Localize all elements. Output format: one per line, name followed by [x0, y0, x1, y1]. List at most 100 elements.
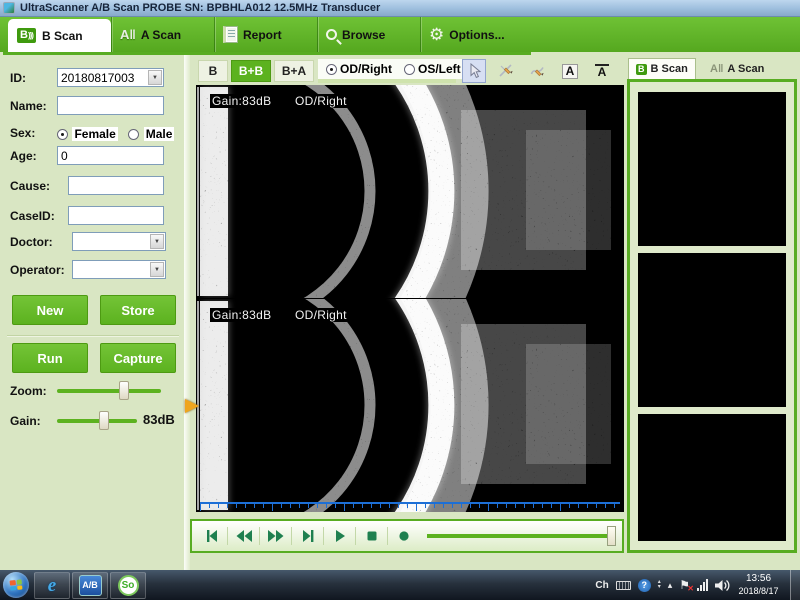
stop-button[interactable] — [358, 524, 385, 548]
text-overline-tool-button[interactable]: A — [590, 59, 614, 83]
b-scan-image-2[interactable] — [196, 299, 624, 512]
keyboard-icon[interactable] — [616, 581, 631, 590]
language-indicator[interactable]: Ch — [595, 580, 608, 591]
tab-a-scan[interactable]: A‖ A Scan — [111, 17, 214, 52]
gain-slider-thumb[interactable] — [99, 411, 109, 430]
show-desktop-button[interactable] — [790, 570, 800, 600]
taskbar-sogou-button[interactable]: So — [110, 572, 146, 599]
frame-slider-handle[interactable] — [607, 526, 616, 546]
text-annotation-tool-button[interactable]: A — [558, 59, 582, 83]
skip-end-icon — [301, 530, 315, 542]
window-title: UltraScanner A/B Scan PROBE SN: BPBHLA01… — [20, 2, 380, 14]
zoom-slider[interactable] — [57, 389, 161, 393]
doctor-dropdown-arrow-icon[interactable]: ▼ — [150, 234, 164, 249]
os-left-option[interactable]: OS/Left — [404, 62, 461, 76]
gear-icon: ⚙ — [429, 26, 444, 43]
right-tab-b-scan[interactable]: B B Scan — [628, 58, 696, 79]
taskbar-clock[interactable]: 13:56 2018/8/17 — [731, 572, 786, 598]
age-label: Age: — [10, 149, 37, 163]
right-tab-b-scan-label: B Scan — [651, 63, 688, 75]
cause-label: Cause: — [10, 179, 50, 193]
tab-options[interactable]: ⚙ Options... — [420, 17, 523, 52]
scan2-gain-overlay: Gain:83dB — [210, 308, 273, 322]
annotation-tools: A A — [462, 59, 614, 83]
od-right-radio[interactable] — [326, 64, 337, 75]
measure-line-icon — [498, 63, 514, 79]
name-label: Name: — [10, 99, 47, 113]
record-button[interactable] — [390, 524, 417, 548]
frame-slider[interactable] — [427, 525, 616, 547]
gain-slider[interactable] — [57, 419, 137, 423]
operator-dropdown-arrow-icon[interactable]: ▼ — [150, 262, 164, 277]
female-radio-label[interactable]: Female — [72, 127, 117, 141]
ab-scan-app-icon: A/B — [79, 575, 102, 596]
od-right-option[interactable]: OD/Right — [326, 62, 392, 76]
operator-combobox[interactable]: ▼ — [72, 260, 166, 279]
fast-forward-button[interactable] — [262, 524, 289, 548]
rewind-button[interactable] — [230, 524, 257, 548]
speaker-icon[interactable] — [715, 579, 730, 592]
store-button[interactable]: Store — [100, 295, 176, 325]
report-icon — [223, 26, 238, 43]
scan2-eye-overlay: OD/Right — [293, 308, 349, 322]
text-a-overline-icon: A — [595, 64, 610, 79]
scan1-gain-overlay: Gain:83dB — [210, 94, 273, 108]
windows-flag-icon — [10, 579, 23, 590]
doctor-combobox[interactable]: ▼ — [72, 232, 166, 251]
start-button[interactable] — [3, 572, 29, 598]
cause-field[interactable] — [68, 176, 164, 195]
mode-tab-b[interactable]: B — [198, 60, 228, 82]
tab-browse[interactable]: Browse — [317, 17, 420, 52]
thumbnail-container — [627, 79, 797, 553]
run-button[interactable]: Run — [12, 343, 88, 373]
cursor-tool-button[interactable] — [462, 59, 486, 83]
tab-b-scan[interactable]: B))) B Scan — [8, 19, 111, 52]
help-icon[interactable]: ? — [638, 579, 651, 592]
caseid-field[interactable] — [68, 206, 164, 225]
new-button[interactable]: New — [12, 295, 88, 325]
doctor-label: Doctor: — [10, 235, 53, 249]
male-radio[interactable] — [128, 129, 139, 140]
id-dropdown-arrow-icon[interactable]: ▼ — [148, 70, 162, 85]
id-label: ID: — [10, 71, 26, 85]
play-button[interactable] — [326, 524, 353, 548]
sogou-icon: So — [118, 575, 139, 596]
measure-line-tool-button[interactable] — [494, 59, 518, 83]
ultrasound-viewport[interactable]: Gain:83dB OD/Right Gain:83dB OD/Right — [196, 85, 624, 512]
active-frame-marker-icon — [185, 399, 199, 413]
rewind-icon — [236, 530, 252, 542]
scan-panel: B B+B B+A OD/Right OS/Left — [190, 58, 624, 570]
tab-report[interactable]: Report — [214, 17, 317, 52]
zoom-label: Zoom: — [10, 384, 47, 398]
female-radio[interactable] — [57, 129, 68, 140]
name-field[interactable] — [57, 96, 164, 115]
thumbnail-3[interactable] — [638, 414, 786, 541]
app-icon — [3, 2, 15, 14]
show-hidden-icons[interactable]: ▴ — [668, 580, 673, 591]
zoom-slider-thumb[interactable] — [119, 381, 129, 400]
mode-tab-b+a[interactable]: B+A — [274, 60, 314, 82]
playback-bar — [190, 519, 624, 553]
taskbar-ie-button[interactable]: e — [34, 572, 70, 599]
record-icon — [398, 530, 410, 542]
skip-start-button[interactable] — [198, 524, 225, 548]
right-tab-a-scan[interactable]: A‖ A Scan — [703, 58, 771, 79]
operator-label: Operator: — [10, 263, 65, 277]
sidebar-divider — [7, 335, 179, 337]
id-combobox[interactable]: 20180817003 ▼ — [57, 68, 164, 87]
taskbar-ab-scan-button[interactable]: A/B — [72, 572, 108, 599]
thumbnail-2[interactable] — [638, 253, 786, 407]
measure-curve-tool-button[interactable] — [526, 59, 550, 83]
action-center-flag-icon[interactable]: ⚑✕ — [679, 579, 690, 591]
male-radio-label[interactable]: Male — [144, 127, 175, 141]
skip-end-button[interactable] — [294, 524, 321, 548]
os-left-radio[interactable] — [404, 64, 415, 75]
mode-tab-b+b[interactable]: B+B — [231, 60, 271, 82]
network-signal-icon[interactable] — [697, 579, 708, 591]
b-scan-image-1[interactable] — [196, 85, 624, 298]
age-field[interactable] — [57, 146, 164, 165]
sync-arrows-icon[interactable]: ▴▾ — [658, 580, 661, 591]
thumbnail-1[interactable] — [638, 92, 786, 246]
capture-button[interactable]: Capture — [100, 343, 176, 373]
right-tab-a-scan-label: A Scan — [727, 63, 764, 75]
